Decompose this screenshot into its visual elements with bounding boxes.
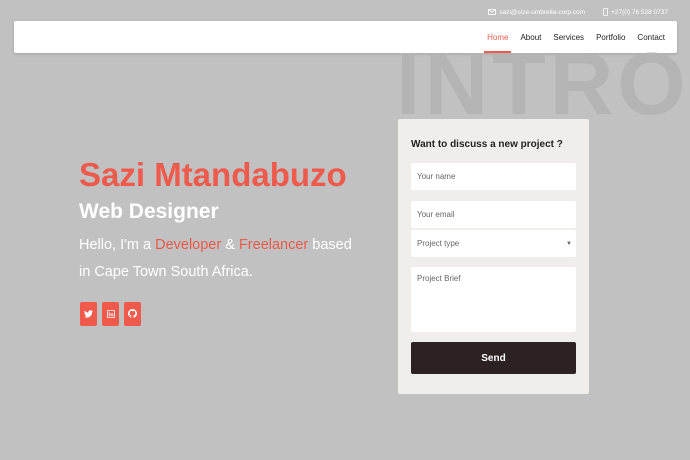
topbar-email[interactable]: sazi@size-umbrella-corp.com [488,9,585,16]
topbar-phone-text: +27(0) 76 528 0737 [611,8,668,16]
intro-freelancer: Freelancer [238,237,309,253]
name-input[interactable]: Your name [411,163,576,190]
project-brief-placeholder: Project Brief [417,274,461,283]
github-icon [128,305,137,323]
linkedin-icon [106,305,115,323]
topbar-phone[interactable]: +27(0) 76 528 0737 [603,8,668,16]
hero-intro: Hello, I'm a Developer & Freelancer base… [79,232,359,286]
top-contact-bar: sazi@size-umbrella-corp.com +27(0) 76 52… [488,6,668,18]
chevron-down-icon: ▼ [566,240,572,247]
project-type-select[interactable]: Project type ▼ [411,230,576,257]
linkedin-button[interactable] [102,302,119,326]
phone-icon [603,8,608,16]
project-brief-textarea[interactable]: Project Brief [411,267,576,332]
twitter-icon [84,305,93,323]
project-type-value: Project type [417,239,460,248]
intro-developer: Developer [155,237,222,253]
twitter-button[interactable] [80,302,97,326]
hero-role: Web Designer [79,200,219,223]
github-button[interactable] [124,302,141,326]
contact-form-card: Want to discuss a new project ? Your nam… [398,119,589,394]
intro-watermark: INTRO [396,34,690,133]
topbar-email-text: sazi@size-umbrella-corp.com [499,8,586,16]
name-input-placeholder: Your name [417,172,456,181]
hero-name: Sazi Mtandabuzo [79,156,347,193]
social-links [80,302,141,326]
send-button[interactable]: Send [411,342,576,374]
email-input-placeholder: Your email [417,210,455,219]
envelope-icon [488,9,497,15]
email-input[interactable]: Your email [411,201,576,228]
intro-and: & [221,237,239,253]
form-title: Want to discuss a new project ? [411,139,563,150]
intro-prefix: Hello, I'm a [79,237,156,253]
